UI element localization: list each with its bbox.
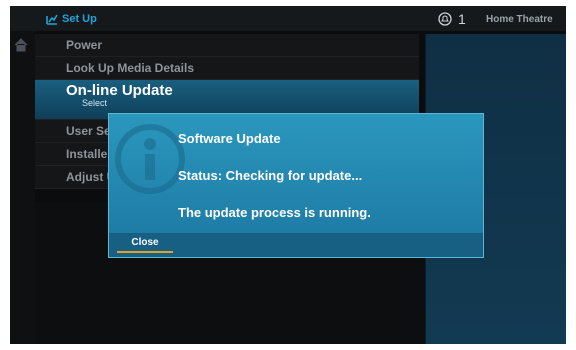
bell-icon bbox=[438, 12, 452, 26]
dialog-title: Software Update bbox=[178, 131, 281, 146]
menu-item-look-up-media[interactable]: Look Up Media Details bbox=[35, 57, 419, 80]
notification-status[interactable]: 1 bbox=[438, 11, 466, 27]
close-button[interactable]: Close bbox=[117, 235, 173, 253]
info-logo-icon bbox=[115, 124, 185, 194]
tv-screen: Set Up 1 Home Theatre Power Look Up Medi… bbox=[10, 6, 566, 344]
menu-item-label: Power bbox=[66, 38, 103, 52]
home-icon[interactable] bbox=[13, 37, 29, 53]
menu-item-label: Installer bbox=[66, 147, 113, 161]
side-rail bbox=[10, 31, 35, 344]
menu-item-power[interactable]: Power bbox=[35, 34, 419, 57]
dialog-footer: Close bbox=[109, 233, 483, 257]
menu-item-label: Look Up Media Details bbox=[66, 61, 195, 75]
update-status: Status: Checking for update... bbox=[178, 168, 363, 183]
breadcrumb-label: Set Up bbox=[62, 13, 97, 25]
software-update-dialog: Software Update Status: Checking for upd… bbox=[108, 113, 484, 258]
location-label: Home Theatre bbox=[486, 14, 553, 25]
menu-item-label: On-line Update bbox=[66, 82, 173, 99]
update-message: The update process is running. bbox=[178, 205, 371, 220]
notification-count: 1 bbox=[458, 11, 466, 27]
menu-item-subtitle: Select bbox=[82, 98, 108, 108]
setup-icon bbox=[46, 14, 58, 25]
top-bar: Set Up 1 Home Theatre bbox=[10, 6, 566, 31]
breadcrumb: Set Up bbox=[46, 11, 97, 27]
